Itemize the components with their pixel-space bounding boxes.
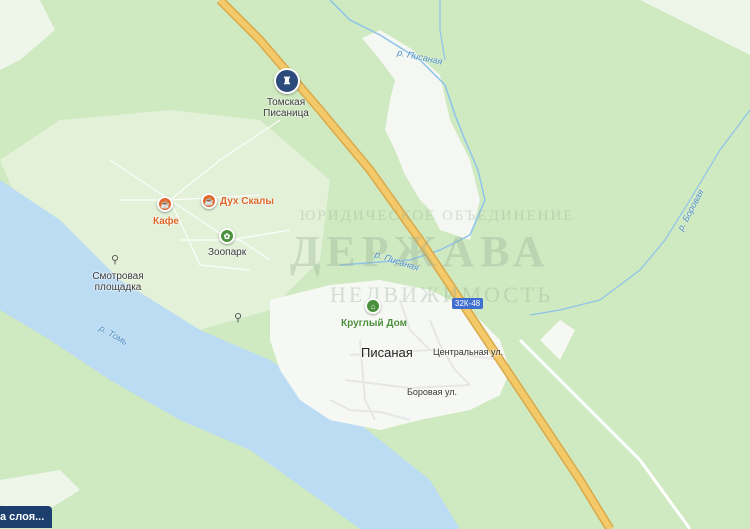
house-icon[interactable]: ⌂ <box>365 298 381 314</box>
paw-icon[interactable]: ✿ <box>219 228 235 244</box>
village-label[interactable]: Писаная <box>361 345 413 360</box>
monument-icon[interactable]: ♜ <box>274 68 300 94</box>
binoculars-icon[interactable]: ⚲ <box>111 253 119 266</box>
layers-button[interactable]: а слоя... <box>0 506 53 528</box>
monument-label[interactable]: Томская Писаница <box>248 97 324 119</box>
road-shield: 32К-48 <box>452 298 484 309</box>
cup-icon[interactable]: ☕ <box>157 196 173 212</box>
street-central-label: Центральная ул. <box>433 347 504 357</box>
binoculars-icon[interactable]: ⚲ <box>234 311 242 324</box>
round-house-label[interactable]: Круглый Дом <box>341 318 407 329</box>
cup-icon[interactable]: ☕ <box>201 193 217 209</box>
viewpoint-label[interactable]: Смотровая площадка <box>88 271 148 293</box>
watermark-line2: ДЕРЖАВА <box>290 227 551 276</box>
watermark-line1: ЮРИДИЧЕСКОЕ ОБЪЕДИНЕНИЕ <box>300 208 575 224</box>
watermark-line3: НЕДВИЖИМОСТЬ <box>330 282 553 307</box>
spirit-label[interactable]: Дух Скалы <box>220 196 274 207</box>
zoo-label[interactable]: Зоопарк <box>208 247 246 258</box>
street-borovaya-label: Боровая ул. <box>407 387 458 397</box>
cafe-label[interactable]: Кафе <box>153 216 179 227</box>
